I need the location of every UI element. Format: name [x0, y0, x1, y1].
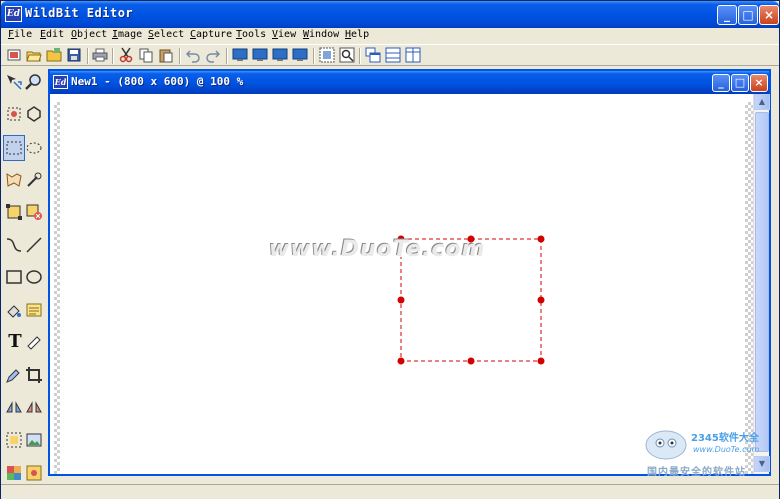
curve-icon[interactable] [4, 235, 24, 255]
note-icon[interactable] [24, 300, 44, 320]
menu-select[interactable]: Select [148, 29, 184, 40]
scroll-up-arrow-icon[interactable]: ▲ [754, 94, 770, 110]
ellipse-icon[interactable] [24, 267, 44, 287]
toolbar-separator [179, 48, 181, 64]
magic-wand-icon[interactable] [24, 170, 44, 190]
document-window: Ed New1 - (800 x 600) @ 100 % _ □ × ▲ ▼ [48, 69, 771, 476]
save-icon[interactable] [66, 47, 82, 63]
frame-icon[interactable] [4, 430, 24, 450]
document-maximize-button[interactable]: □ [731, 74, 749, 92]
site-brand: 2345软件大全 [691, 433, 759, 444]
redo-icon[interactable] [205, 47, 221, 63]
paste-icon[interactable] [158, 47, 174, 63]
toolbar-separator [313, 48, 315, 64]
selection-handle[interactable] [537, 357, 545, 365]
scroll-thumb[interactable] [755, 112, 769, 452]
zoom-icon[interactable] [24, 72, 44, 92]
status-bar [1, 484, 779, 499]
rectangle-icon[interactable] [4, 267, 24, 287]
main-toolbar [1, 44, 779, 66]
print-icon[interactable] [92, 47, 108, 63]
site-url: www.DuoTe.com [693, 445, 760, 454]
document-title: New1 - (800 x 600) @ 100 % [71, 75, 244, 88]
document-close-button[interactable]: × [750, 74, 768, 92]
rect-select-icon[interactable] [4, 138, 24, 158]
monitor-icon[interactable] [272, 47, 288, 63]
selection-handle[interactable] [397, 357, 405, 365]
maximize-button[interactable]: □ [738, 5, 758, 25]
eraser-icon[interactable] [24, 332, 44, 352]
toolbar-separator [359, 48, 361, 64]
monitor-icon[interactable] [232, 47, 248, 63]
crop-icon[interactable] [24, 365, 44, 385]
menu-image[interactable]: Image [112, 29, 142, 40]
flip-v-icon[interactable] [24, 397, 44, 417]
close-button[interactable]: × [759, 5, 779, 25]
selection-handle[interactable] [467, 357, 475, 365]
app-logo-icon: Ed [5, 6, 22, 22]
watermark-text: www.DuoTe.com [269, 237, 486, 262]
selection-handle[interactable] [397, 296, 405, 304]
toolbar-separator [112, 48, 114, 64]
menu-help[interactable]: Help [345, 29, 369, 40]
open-folder-icon[interactable] [46, 47, 62, 63]
eyedropper-icon[interactable] [4, 365, 24, 385]
mascot-icon [645, 430, 687, 460]
undo-icon[interactable] [185, 47, 201, 63]
point-select-icon[interactable] [4, 104, 24, 124]
menu-capture[interactable]: Capture [190, 29, 232, 40]
image-icon[interactable] [24, 430, 44, 450]
cascade-icon[interactable] [365, 47, 381, 63]
title-bar[interactable]: Ed WildBit Editor _ □ × [1, 1, 779, 28]
document-logo-icon: Ed [53, 75, 68, 89]
copy-icon[interactable] [138, 47, 154, 63]
lasso-icon[interactable] [4, 170, 24, 190]
picture-icon[interactable] [24, 463, 44, 483]
new-image-icon[interactable] [6, 47, 22, 63]
zoom-fit-icon[interactable] [319, 47, 335, 63]
ellipse-select-icon[interactable] [24, 138, 44, 158]
clear-select-icon[interactable] [24, 202, 44, 222]
fill-icon[interactable] [4, 300, 24, 320]
selection-overlay [397, 235, 545, 365]
menu-file[interactable]: File [8, 29, 32, 40]
move-icon[interactable] [4, 72, 24, 92]
menu-view[interactable]: View [272, 29, 296, 40]
toolbar-separator [87, 48, 89, 64]
line-icon[interactable] [24, 235, 44, 255]
open-icon[interactable] [26, 47, 42, 63]
document-title-bar[interactable]: Ed New1 - (800 x 600) @ 100 % _ □ × [50, 71, 769, 94]
selection-handle[interactable] [537, 235, 545, 243]
menu-object[interactable]: Object [71, 29, 107, 40]
monitor-icon[interactable] [252, 47, 268, 63]
toolbar-separator [226, 48, 228, 64]
menu-edit[interactable]: Edit [40, 29, 64, 40]
tile-horizontal-icon[interactable] [385, 47, 401, 63]
site-tagline: 国内最安全的软件站 [647, 467, 746, 478]
menu-tools[interactable]: Tools [236, 29, 266, 40]
tile-vertical-icon[interactable] [405, 47, 421, 63]
crop-select-icon[interactable] [4, 202, 24, 222]
window-title: WildBit Editor [25, 6, 134, 20]
cut-icon[interactable] [118, 47, 134, 63]
polygon-icon[interactable] [24, 104, 44, 124]
palette-icon[interactable] [4, 463, 24, 483]
vertical-scrollbar[interactable]: ▲ ▼ [753, 94, 770, 474]
zoom-actual-icon[interactable] [339, 47, 355, 63]
document-minimize-button[interactable]: _ [712, 74, 730, 92]
app-window: Ed WildBit Editor _ □ × File Edit Object… [0, 0, 780, 499]
flip-h-icon[interactable] [4, 397, 24, 417]
tool-palette: T [1, 67, 47, 484]
monitor-icon[interactable] [292, 47, 308, 63]
minimize-button[interactable]: _ [717, 5, 737, 25]
selection-handle[interactable] [537, 296, 545, 304]
menu-bar: File Edit Object Image Select Capture To… [1, 28, 779, 44]
menu-window[interactable]: Window [303, 29, 339, 40]
site-logo: 2345软件大全 www.DuoTe.com 国内最安全的软件站 [641, 421, 780, 483]
image-canvas[interactable] [50, 94, 753, 474]
text-icon[interactable]: T [5, 332, 25, 352]
